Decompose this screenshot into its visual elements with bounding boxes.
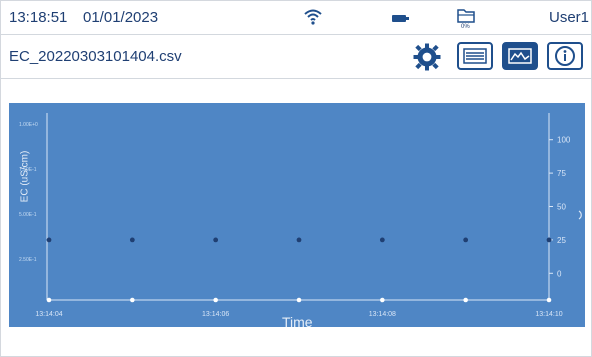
file-name: EC_20220303101404.csv (9, 48, 182, 65)
data-point (463, 237, 469, 243)
y-axis-label: EC (uS/cm) (19, 150, 31, 203)
gear-icon[interactable] (412, 42, 442, 72)
list-view-button[interactable] (457, 42, 493, 70)
battery-icon (392, 15, 409, 22)
x-axis-marker (463, 297, 468, 303)
wifi-icon (304, 9, 322, 25)
right-tick-label: 50 (557, 203, 566, 212)
x-axis-marker (546, 297, 552, 303)
status-bar: 13:18:51 01/01/2023 0% User1 (1, 1, 592, 35)
chart-area: 1.00E+0 7.50E-1 5.00E-1 2.50E-1 100 75 50 25 0 13… (9, 103, 585, 327)
data-point (296, 237, 302, 243)
x-axis-marker (130, 297, 135, 303)
left-tick-label: 2.50E-1 (19, 257, 37, 263)
status-user: User1 (549, 9, 590, 26)
right-axis-marker (578, 210, 582, 220)
list-icon (463, 48, 487, 64)
x-tick-label: 13:14:04 (35, 311, 62, 318)
storage-percent: 0% (461, 24, 470, 30)
x-axis-marker (213, 297, 218, 303)
data-point (379, 237, 385, 243)
x-axis-marker (46, 297, 52, 303)
x-axis-marker (296, 297, 302, 303)
x-axis-label: Time (282, 314, 313, 330)
screen: 13:18:51 01/01/2023 0% User1 EC_20220303… (0, 0, 592, 357)
right-tick-label: 0 (557, 269, 562, 278)
chart-view-button[interactable] (502, 42, 538, 70)
x-tick-label: 13:14:10 (535, 311, 562, 318)
data-point (129, 237, 135, 243)
chart-icon (508, 48, 532, 64)
x-tick-label: 13:14:06 (202, 311, 229, 318)
right-tick-label: 75 (557, 169, 566, 178)
toolbar: EC_20220303101404.csv (1, 35, 592, 79)
status-date: 01/01/2023 (83, 9, 159, 26)
data-point (213, 237, 219, 243)
info-icon (555, 46, 575, 66)
data-point (46, 237, 52, 243)
right-tick-label: 25 (557, 236, 566, 245)
data-point (546, 237, 552, 243)
right-tick-label: 100 (557, 136, 571, 145)
info-button[interactable] (547, 42, 583, 70)
x-tick-label: 13:14:08 (369, 311, 396, 318)
chart-svg: 1.00E+07.50E-15.00E-12.50E-1100755025013… (19, 113, 582, 318)
left-tick-label: 5.00E-1 (19, 212, 37, 218)
status-time: 13:18:51 (9, 9, 68, 26)
left-tick-label: 1.00E+0 (19, 122, 38, 128)
x-axis-marker (380, 297, 385, 303)
